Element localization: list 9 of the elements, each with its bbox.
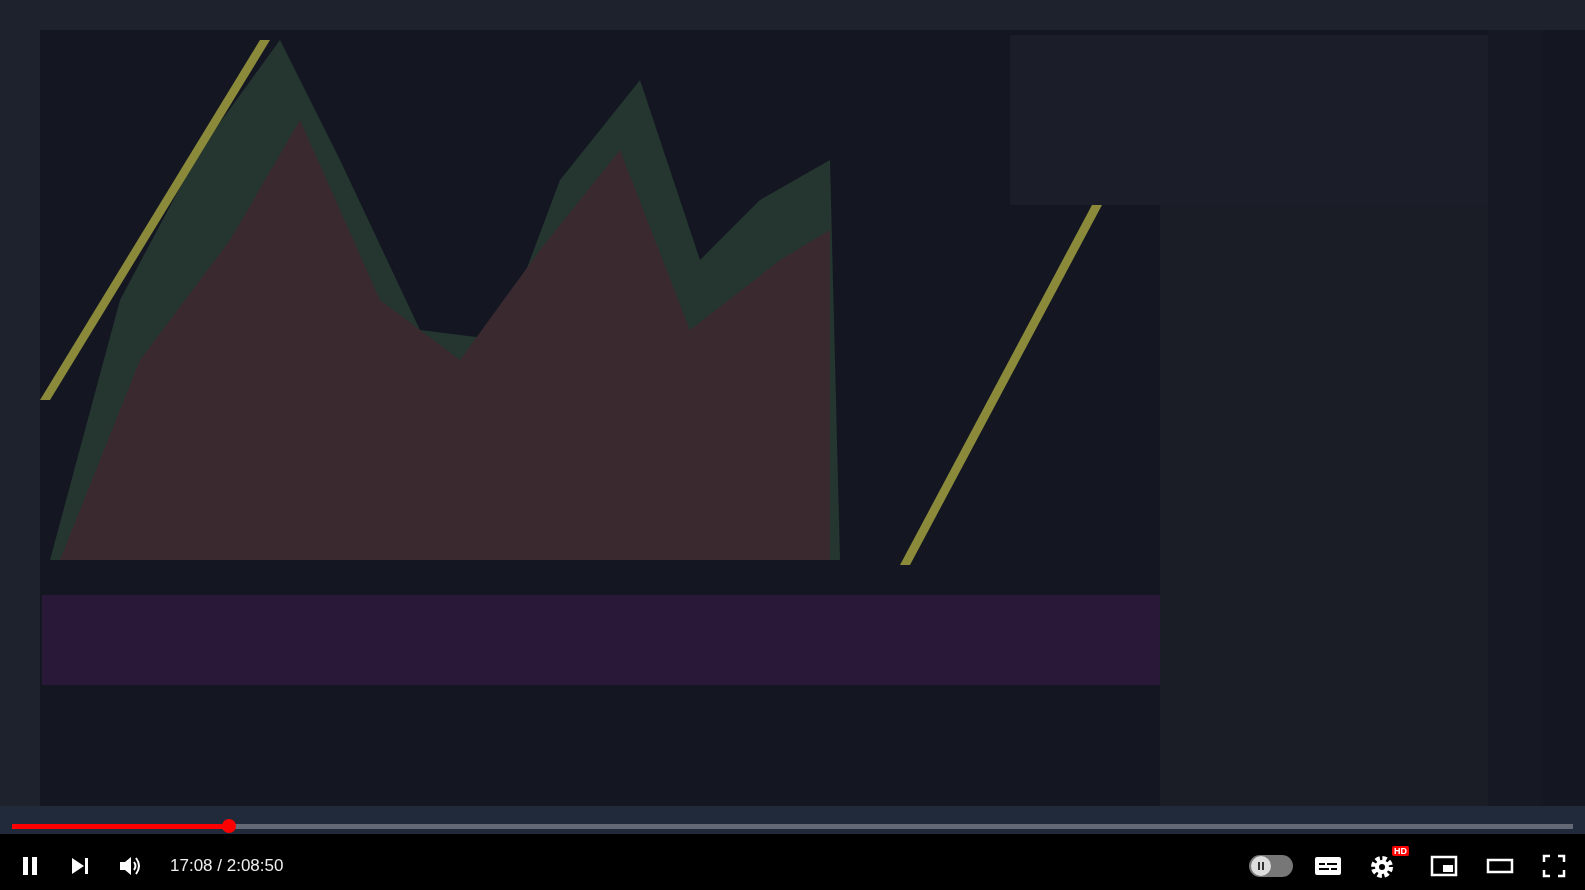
miniplayer-icon [1429, 854, 1459, 878]
autoplay-toggle[interactable] [1249, 855, 1293, 877]
hd-badge: HD [1392, 846, 1409, 856]
settings-icon [1369, 854, 1395, 880]
pause-icon [1255, 860, 1267, 872]
time-display: 17:08 / 2:08:50 [170, 856, 284, 876]
settings-button[interactable]: HD [1363, 846, 1409, 886]
fullscreen-icon [1541, 853, 1567, 879]
subtitles-icon [1313, 854, 1343, 878]
